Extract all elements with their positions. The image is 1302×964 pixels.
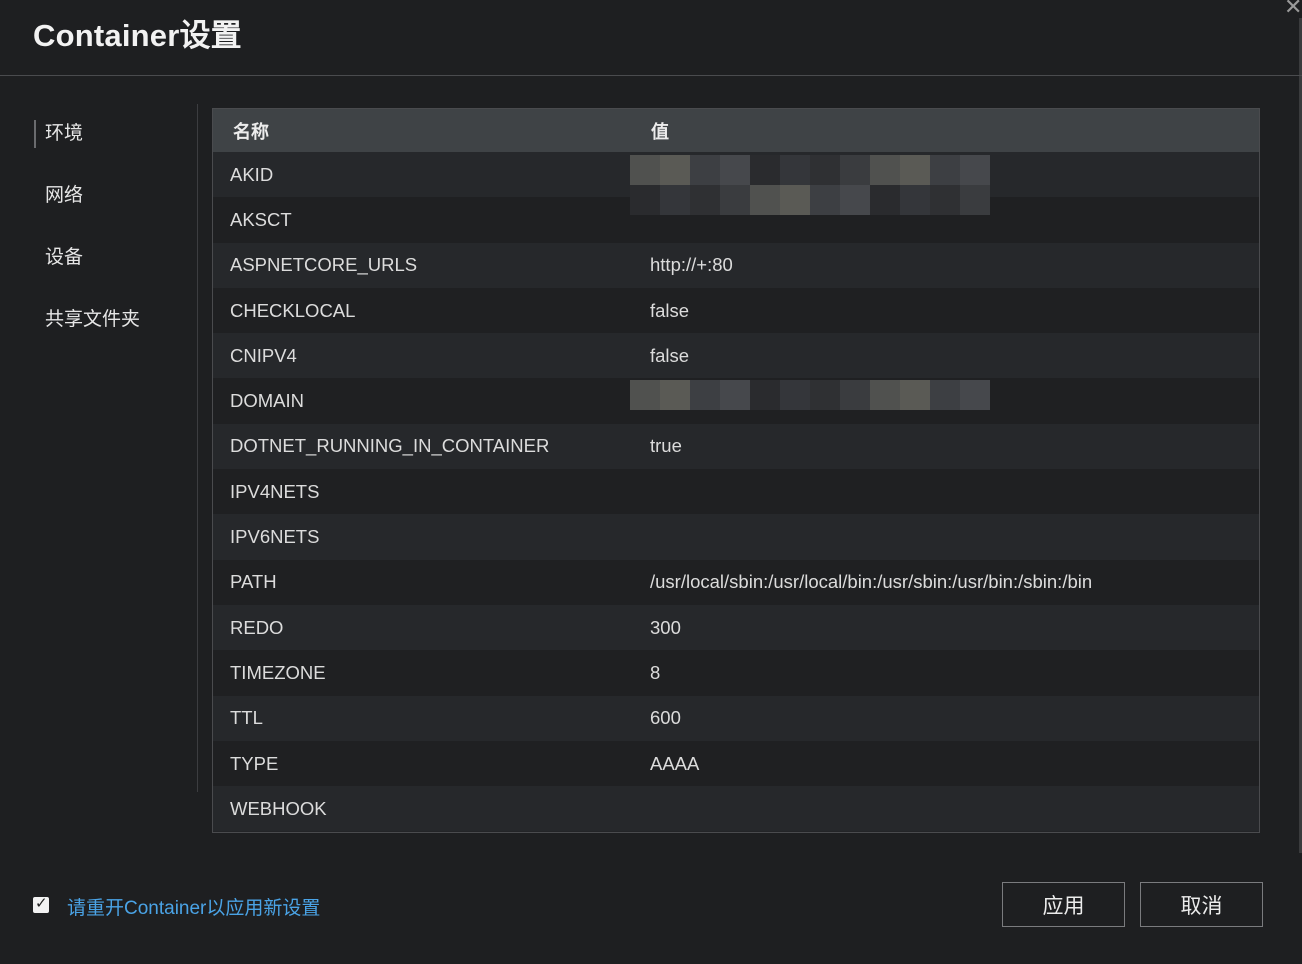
redaction-pixel <box>810 380 840 410</box>
env-value-cell: AAAA <box>650 752 700 774</box>
table-row[interactable]: IPV4NETS <box>213 469 1259 515</box>
sidebar-item-network[interactable]: 网络 <box>34 178 194 240</box>
env-name-cell: TYPE <box>230 752 279 774</box>
column-header-value[interactable]: 值 <box>631 118 669 144</box>
env-value-cell: http://+:80 <box>650 254 733 276</box>
redaction-pixel <box>870 185 900 215</box>
redacted-value-akid-aksct <box>630 155 990 231</box>
redaction-pixel <box>750 380 780 410</box>
redaction-pixel <box>720 155 750 185</box>
cancel-button[interactable]: 取消 <box>1140 882 1263 927</box>
redaction-pixel <box>630 155 660 185</box>
table-body: AKID AKSCT ASPNETCORE_URLS http://+:80 CHECK… <box>213 152 1259 832</box>
table-row[interactable]: PATH/usr/local/sbin:/usr/local/bin:/usr/… <box>213 559 1259 605</box>
sidebar-item-devices[interactable]: 设备 <box>34 240 194 302</box>
redaction-pixel <box>840 155 870 185</box>
redaction-pixel <box>960 380 990 410</box>
env-name-cell: PATH <box>230 571 277 593</box>
redaction-pixel <box>750 185 780 215</box>
redaction-pixel <box>930 185 960 215</box>
env-name-cell: ASPNETCORE_URLS <box>230 254 418 276</box>
table-row[interactable]: TIMEZONE 8 <box>213 650 1259 696</box>
table-row[interactable]: TYPE AAAA <box>213 740 1259 787</box>
table-row[interactable]: ASPNETCORE_URLS http://+:80 <box>213 242 1259 288</box>
table-row[interactable]: CHECKLOCAL false <box>213 287 1259 334</box>
env-name-cell: CHECKLOCAL <box>230 299 356 321</box>
table-row[interactable]: WEBHOOK <box>213 786 1259 832</box>
redaction-pixel <box>960 185 990 215</box>
env-name-cell: AKID <box>230 163 274 185</box>
env-value-cell: true <box>650 435 682 457</box>
redaction-pixel <box>720 380 750 410</box>
redaction-pixel <box>840 185 870 215</box>
redaction-pixel <box>930 155 960 185</box>
redaction-pixel <box>720 185 750 215</box>
redaction-pixel <box>870 155 900 185</box>
redaction-pixel <box>660 380 690 410</box>
env-value-cell: /usr/local/sbin:/usr/local/bin:/usr/sbin… <box>650 571 1093 593</box>
redaction-pixel <box>960 155 990 185</box>
table-row[interactable]: REDO 300 <box>213 604 1259 651</box>
redaction-pixel <box>690 185 720 215</box>
redaction-pixel <box>660 155 690 185</box>
redaction-pixel <box>930 380 960 410</box>
redaction-pixel <box>810 185 840 215</box>
table-row[interactable]: CNIPV4 false <box>213 333 1259 379</box>
redaction-pixel <box>840 380 870 410</box>
redaction-pixel <box>870 380 900 410</box>
redaction-pixel <box>780 185 810 215</box>
column-header-name[interactable]: 名称 <box>213 118 631 144</box>
sidebar-item-environment[interactable]: 环境 <box>34 116 194 178</box>
env-value-cell: 300 <box>650 616 681 638</box>
env-value-cell: false <box>650 344 690 366</box>
env-value-cell: 600 <box>650 707 681 729</box>
redaction-pixel <box>780 155 810 185</box>
table-row[interactable]: TTL 600 <box>213 695 1259 741</box>
table-row[interactable]: DOTNET_RUNNING_IN_CONTAINER true <box>213 423 1259 470</box>
env-value-cell: false <box>650 299 690 321</box>
sidebar-divider <box>197 104 198 792</box>
redacted-value-domain <box>630 380 1000 422</box>
redaction-pixel <box>900 380 930 410</box>
env-name-cell: TIMEZONE <box>230 661 326 683</box>
env-name-cell: DOMAIN <box>230 390 304 412</box>
redaction-pixel <box>690 380 720 410</box>
redaction-pixel <box>900 155 930 185</box>
table-header: 名称 值 <box>213 109 1259 152</box>
env-name-cell: CNIPV4 <box>230 344 297 366</box>
env-name-cell: IPV4NETS <box>230 480 320 502</box>
redaction-pixel <box>900 185 930 215</box>
env-name-cell: WEBHOOK <box>230 797 327 819</box>
redaction-pixel <box>750 155 780 185</box>
redaction-pixel <box>810 155 840 185</box>
redaction-pixel <box>630 380 660 410</box>
redaction-pixel <box>660 185 690 215</box>
env-name-cell: TTL <box>230 707 263 729</box>
env-value-cell: 8 <box>650 661 661 683</box>
env-name-cell: REDO <box>230 616 284 638</box>
container-settings-dialog: Container设置 ✕ 环境 网络 设备 共享文件夹 名称 值 AKID AK… <box>0 0 1302 964</box>
env-name-cell: AKSCT <box>230 208 292 230</box>
redaction-pixel <box>630 185 660 215</box>
env-name-cell: IPV6NETS <box>230 526 320 548</box>
restart-checkbox[interactable] <box>33 894 49 913</box>
redaction-pixel <box>690 155 720 185</box>
title-divider <box>0 75 1302 76</box>
close-icon[interactable]: ✕ <box>1284 0 1302 18</box>
restart-checkbox-label[interactable]: 请重开Container以应用新设置 <box>67 893 320 920</box>
dialog-title: Container设置 <box>33 18 242 53</box>
sidebar-item-shared-folders[interactable]: 共享文件夹 <box>34 302 194 364</box>
sidebar: 环境 网络 设备 共享文件夹 <box>34 116 194 364</box>
redaction-pixel <box>780 380 810 410</box>
env-name-cell: DOTNET_RUNNING_IN_CONTAINER <box>230 435 550 457</box>
apply-button[interactable]: 应用 <box>1002 882 1125 927</box>
table-row[interactable]: IPV6NETS <box>213 514 1259 560</box>
